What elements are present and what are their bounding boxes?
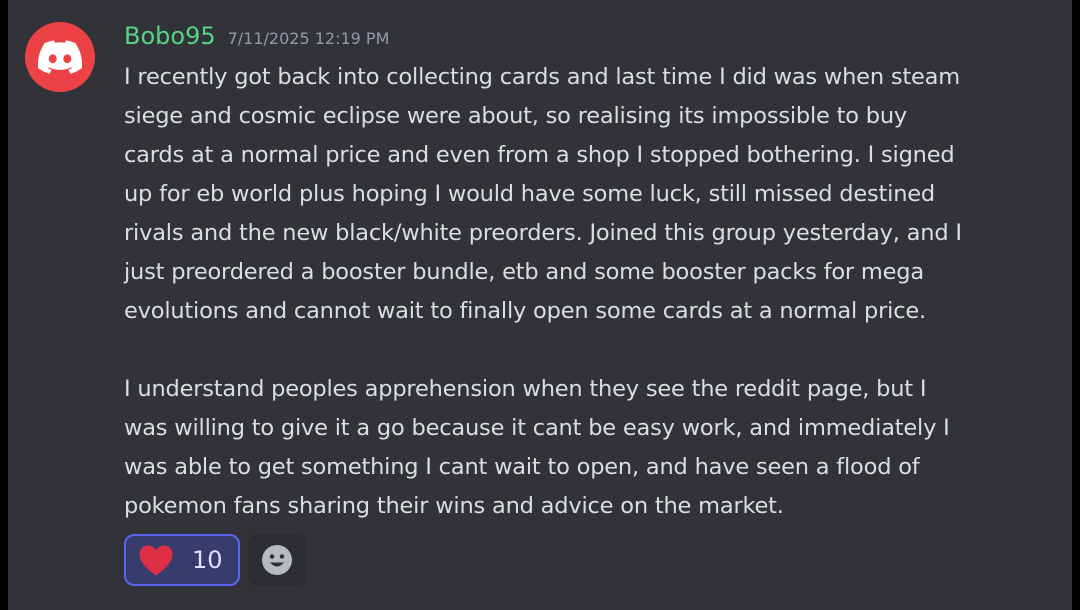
message-line: evolutions and cannot wait to finally op…: [124, 298, 926, 324]
timestamp: 7/11/2025 12:19 PM: [227, 29, 390, 48]
add-reaction-button[interactable]: [248, 534, 306, 586]
message-line: siege and cosmic eclipse were about, so …: [124, 103, 908, 129]
avatar[interactable]: [25, 22, 95, 92]
message-line: rivals and the new black/white preorders…: [124, 220, 962, 246]
message-line: cards at a normal price and even from a …: [124, 142, 955, 168]
message-line: was willing to give it a go because it c…: [124, 415, 950, 441]
heart-reaction-button[interactable]: 10: [124, 534, 240, 586]
message-content: I recently got back into collecting card…: [124, 58, 1064, 526]
message-line: I recently got back into collecting card…: [124, 64, 960, 90]
discord-logo-icon: [38, 40, 82, 74]
message-paragraph-1: I recently got back into collecting card…: [124, 58, 1064, 331]
message-header: Bobo95 7/11/2025 12:19 PM: [124, 22, 389, 54]
heart-icon: [139, 545, 173, 576]
message-paragraph-2: I understand peoples apprehension when t…: [124, 370, 1064, 526]
message-line: was able to get something I cant wait to…: [124, 454, 920, 480]
smiley-face-icon: [262, 545, 292, 575]
reaction-count: 10: [192, 546, 223, 574]
message-line: up for eb world plus hoping I would have…: [124, 181, 936, 207]
username[interactable]: Bobo95: [124, 22, 216, 50]
reaction-bar: 10: [124, 534, 306, 586]
screenshot-frame: Bobo95 7/11/2025 12:19 PM I recently got…: [0, 0, 1080, 610]
message-line: I understand peoples apprehension when t…: [124, 376, 927, 402]
chat-message: Bobo95 7/11/2025 12:19 PM I recently got…: [8, 0, 1072, 610]
message-line: just preordered a booster bundle, etb an…: [124, 259, 924, 285]
message-line: pokemon fans sharing their wins and advi…: [124, 493, 784, 519]
